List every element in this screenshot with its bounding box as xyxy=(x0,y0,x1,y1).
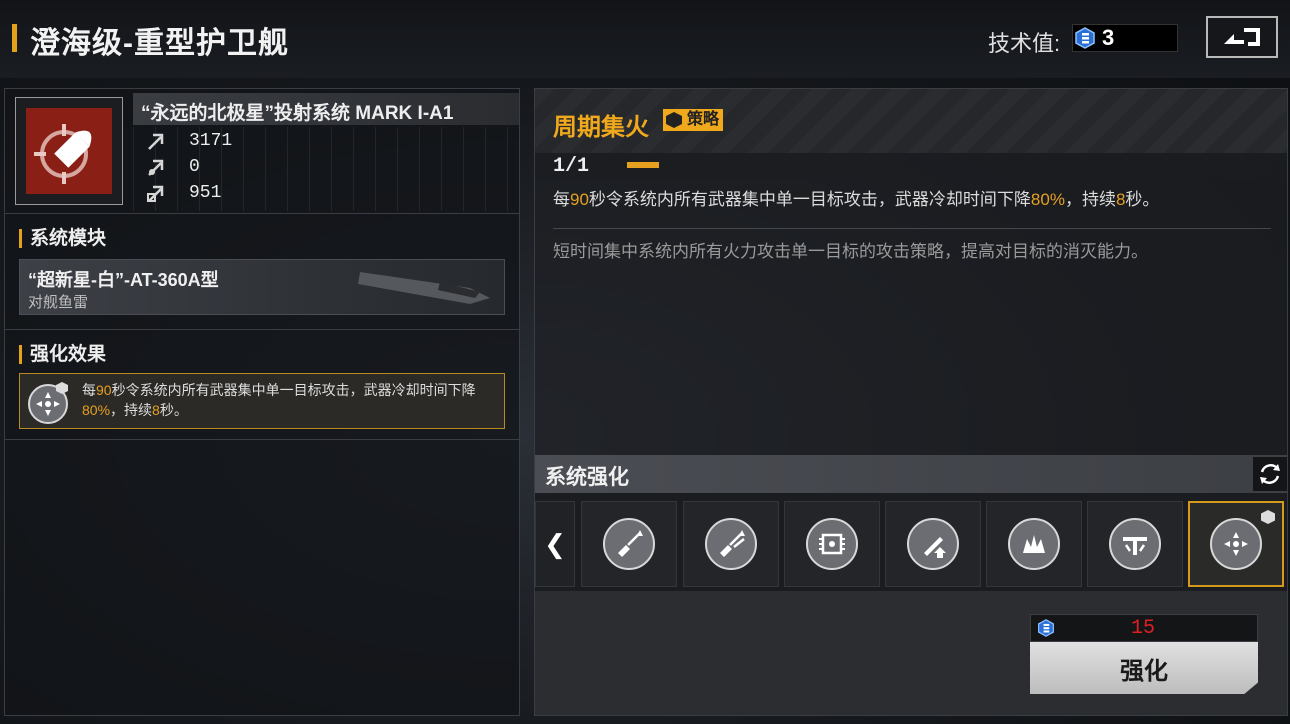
focus-fire-icon xyxy=(28,382,68,424)
skill-header: 周期集火 策略 xyxy=(535,89,1287,153)
divider xyxy=(5,213,519,214)
shield-tee-icon xyxy=(1123,537,1147,555)
enhance-slot-3[interactable] xyxy=(784,501,880,587)
refresh-button[interactable] xyxy=(1253,457,1287,491)
stat-row-defense: 951 xyxy=(145,181,221,205)
enhance-header: 系统强化 xyxy=(535,455,1287,493)
upgrade-label: 强化 xyxy=(1120,657,1168,685)
tech-point-icon xyxy=(1075,27,1095,49)
effect-text: 每90秒令系统内所有武器集中单一目标攻击，武器冷却时间下降80%，持续8秒。 xyxy=(82,382,476,418)
tech-point-icon xyxy=(1038,619,1054,637)
skill-description: 每90秒令系统内所有武器集中单一目标攻击，武器冷却时间下降80%，持续8秒。 xyxy=(553,190,1160,209)
back-button[interactable] xyxy=(1206,16,1278,58)
module-type: 对舰鱼雷 xyxy=(28,294,89,311)
back-return-icon xyxy=(1224,28,1260,46)
top-bar: 澄海级-重型护卫舰 技术值: 3 xyxy=(0,0,1290,78)
weapon-name-bar: “永远的北极星”投射系统 MARK I-A1 xyxy=(133,93,519,125)
title-accent xyxy=(12,24,17,52)
module-card[interactable]: “超新星-白”-AT-360A型 对舰鱼雷 xyxy=(19,259,505,315)
effect-section-title: 强化效果 xyxy=(19,345,106,364)
refresh-icon xyxy=(1260,464,1280,484)
divider xyxy=(5,329,519,330)
stat-row-attack: 3171 xyxy=(145,129,232,153)
tech-value: 3 xyxy=(1102,25,1115,50)
strategy-badge-icon xyxy=(1261,510,1275,524)
weapon-icon-frame[interactable] xyxy=(15,97,123,205)
stat-shield-arrow-icon xyxy=(147,185,164,202)
stat-value-burst: 0 xyxy=(189,157,200,177)
torpedo-image xyxy=(358,272,490,304)
enhance-slot-5[interactable] xyxy=(986,501,1082,587)
stat-value-attack: 3171 xyxy=(189,131,233,151)
enhance-slot-2[interactable] xyxy=(683,501,779,587)
enhance-slot-7[interactable] xyxy=(1188,501,1284,587)
prev-slot-button[interactable]: ❮ xyxy=(535,501,575,587)
weapon-stats: 3171 0 951 xyxy=(133,127,519,211)
upgrade-button[interactable]: 强化 xyxy=(1030,642,1258,694)
weapon-header: “永远的北极星”投射系统 MARK I-A1 3171 0 951 xyxy=(5,89,519,213)
cost-box: 15 xyxy=(1030,614,1258,642)
stat-row-burst: 0 xyxy=(145,155,200,179)
weapon-icon-bg xyxy=(26,108,112,194)
pencil-upgrade-icon xyxy=(924,537,946,558)
left-panel: “永远的北极星”投射系统 MARK I-A1 3171 0 951 系统模块 “… xyxy=(4,88,520,716)
focus-fire-icon xyxy=(1224,532,1248,556)
enhance-slot-6[interactable] xyxy=(1087,501,1183,587)
skill-level-bar xyxy=(627,162,659,168)
chevron-left-icon: ❮ xyxy=(544,528,566,559)
module-section-title: 系统模块 xyxy=(19,229,106,248)
module-name: “超新星-白”-AT-360A型 xyxy=(28,270,219,290)
stat-burst-icon xyxy=(148,159,164,176)
skill-separator xyxy=(553,228,1271,229)
enhance-slots: ❮ xyxy=(535,493,1287,591)
strategy-tag-icon xyxy=(666,112,682,128)
page-title: 澄海级-重型护卫舰 xyxy=(30,27,289,60)
bullet-crosshair-icon xyxy=(34,124,92,184)
enhance-slot-1[interactable] xyxy=(581,501,677,587)
tech-label: 技术值: xyxy=(988,31,1061,56)
skill-level: 1/1 xyxy=(553,155,590,178)
stat-value-defense: 951 xyxy=(189,183,222,203)
skill-name: 周期集火 xyxy=(553,114,649,141)
weapon-name: “永远的北极星”投射系统 MARK I-A1 xyxy=(141,103,454,124)
skill-flavor-text: 短时间集中系统内所有火力攻击单一目标的攻击策略，提高对目标的消灭能力。 xyxy=(553,242,1148,261)
divider xyxy=(5,439,519,440)
stat-up-arrow-icon xyxy=(148,133,164,150)
guitar-double-arrow-icon xyxy=(720,530,745,557)
skill-level-row: 1/1 xyxy=(535,153,1287,179)
enhance-slot-4[interactable] xyxy=(885,501,981,587)
guitar-arrow-icon xyxy=(618,530,643,557)
chip-signal-icon xyxy=(819,533,845,555)
strategy-tag: 策略 xyxy=(663,109,724,131)
burst-crown-icon xyxy=(1023,535,1045,553)
upgrade-cost: 15 xyxy=(1131,617,1156,640)
enhance-title: 系统强化 xyxy=(545,466,629,489)
effect-card: 每90秒令系统内所有武器集中单一目标攻击，武器冷却时间下降80%，持续8秒。 xyxy=(19,373,505,429)
